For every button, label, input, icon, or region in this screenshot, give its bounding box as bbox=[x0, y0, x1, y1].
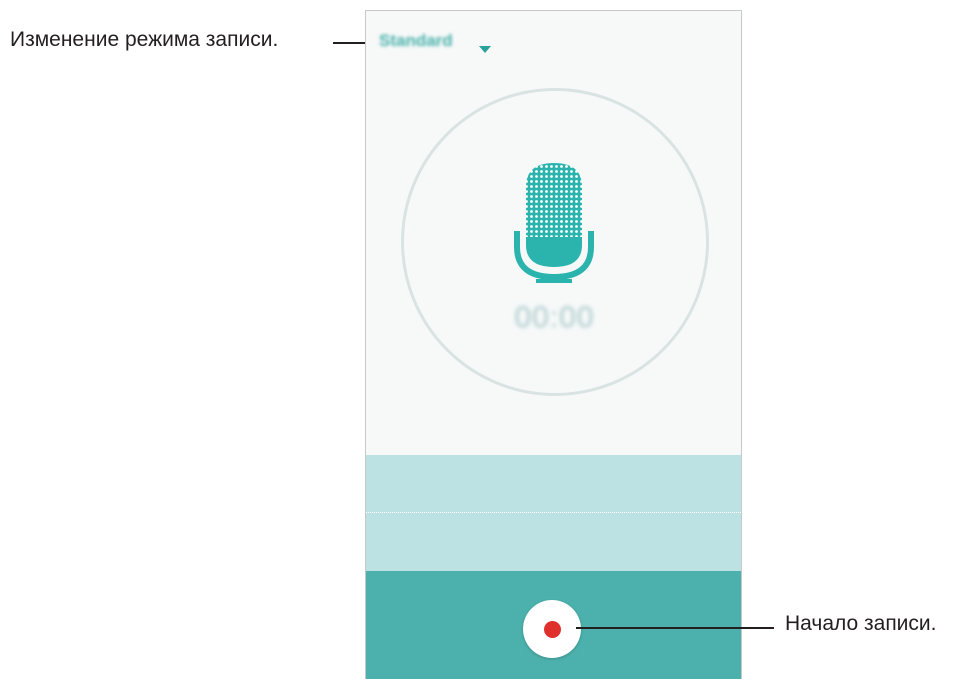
recording-mode-selector[interactable]: Standard bbox=[379, 31, 453, 51]
waveform-area bbox=[366, 455, 741, 571]
mode-change-callout: Изменение режима записи. bbox=[10, 28, 279, 51]
voice-recorder-screen: Standard 00:00 bbox=[365, 10, 742, 679]
microphone-icon bbox=[514, 163, 594, 283]
record-button[interactable] bbox=[523, 600, 581, 658]
waveform-baseline bbox=[366, 512, 741, 513]
start-recording-leader-line bbox=[576, 627, 774, 629]
record-dot-icon bbox=[544, 621, 561, 638]
start-recording-callout: Начало записи. bbox=[785, 612, 937, 635]
recording-mode-label: Standard bbox=[379, 31, 453, 50]
recording-control-bar bbox=[366, 571, 741, 679]
chevron-down-icon bbox=[479, 46, 491, 53]
recording-mode-dropdown[interactable] bbox=[473, 40, 491, 58]
recording-timer: 00:00 bbox=[514, 301, 595, 334]
